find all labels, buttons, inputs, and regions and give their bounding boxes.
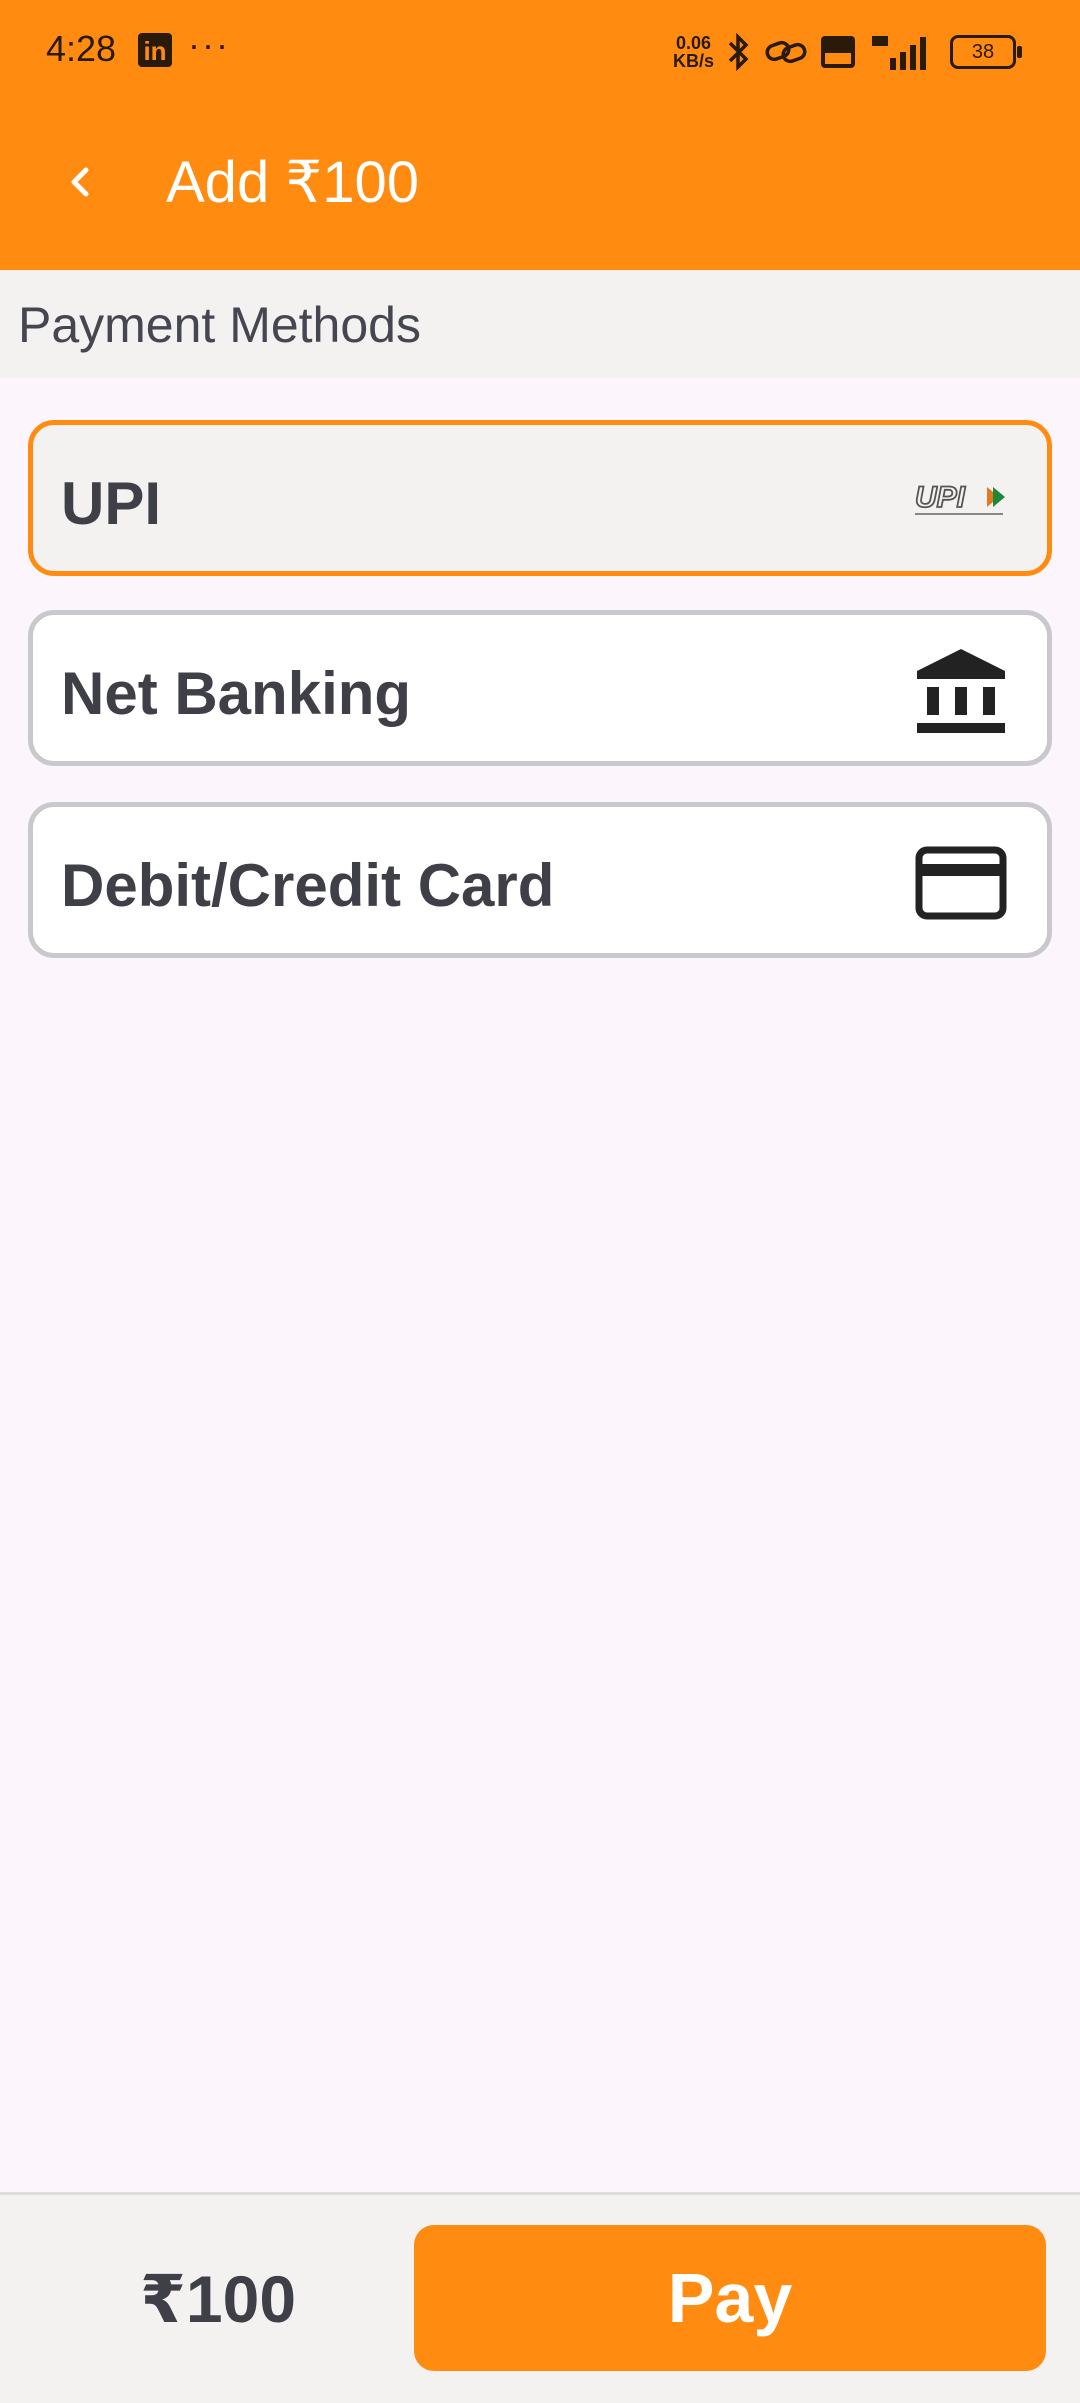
link-icon (764, 36, 808, 68)
pay-button[interactable]: Pay (414, 2225, 1046, 2371)
payment-method-net-banking[interactable]: Net Banking (28, 610, 1052, 766)
payment-method-card[interactable]: Debit/Credit Card (28, 802, 1052, 958)
chevron-left-icon (71, 167, 89, 197)
network-speed: 0.06 KB/s (672, 33, 714, 71)
battery-icon: 38 (950, 35, 1022, 69)
section-title: Payment Methods (18, 297, 421, 353)
payment-method-upi[interactable]: UPI UPI (28, 420, 1052, 576)
svg-text:UPI: UPI (915, 481, 966, 514)
signal-4g-icon (868, 32, 938, 72)
more-notifications-icon: ··· (188, 24, 230, 65)
status-bar: 4:28 in ··· 0.06 KB/s 38 (0, 0, 1080, 100)
status-icons: 0.06 KB/s 38 (672, 28, 1022, 76)
bluetooth-icon (726, 32, 752, 72)
payment-method-label: Debit/Credit Card (61, 852, 555, 919)
payment-method-label: UPI (61, 470, 162, 537)
back-button[interactable] (50, 152, 110, 212)
bottom-bar: ₹100 Pay (0, 2192, 1080, 2403)
status-time: 4:28 (46, 28, 117, 69)
linkedin-notification-icon: in (138, 33, 172, 67)
volte-icon (820, 35, 856, 69)
section-header: Payment Methods (0, 270, 1080, 378)
payment-method-label: Net Banking (61, 660, 412, 727)
upi-logo-icon: UPI (913, 455, 1009, 547)
app-bar: Add ₹100 (0, 100, 1080, 270)
total-amount: ₹100 (140, 2262, 297, 2336)
page-title: Add ₹100 (166, 150, 419, 215)
bank-icon (913, 645, 1009, 737)
credit-card-icon (913, 837, 1009, 929)
